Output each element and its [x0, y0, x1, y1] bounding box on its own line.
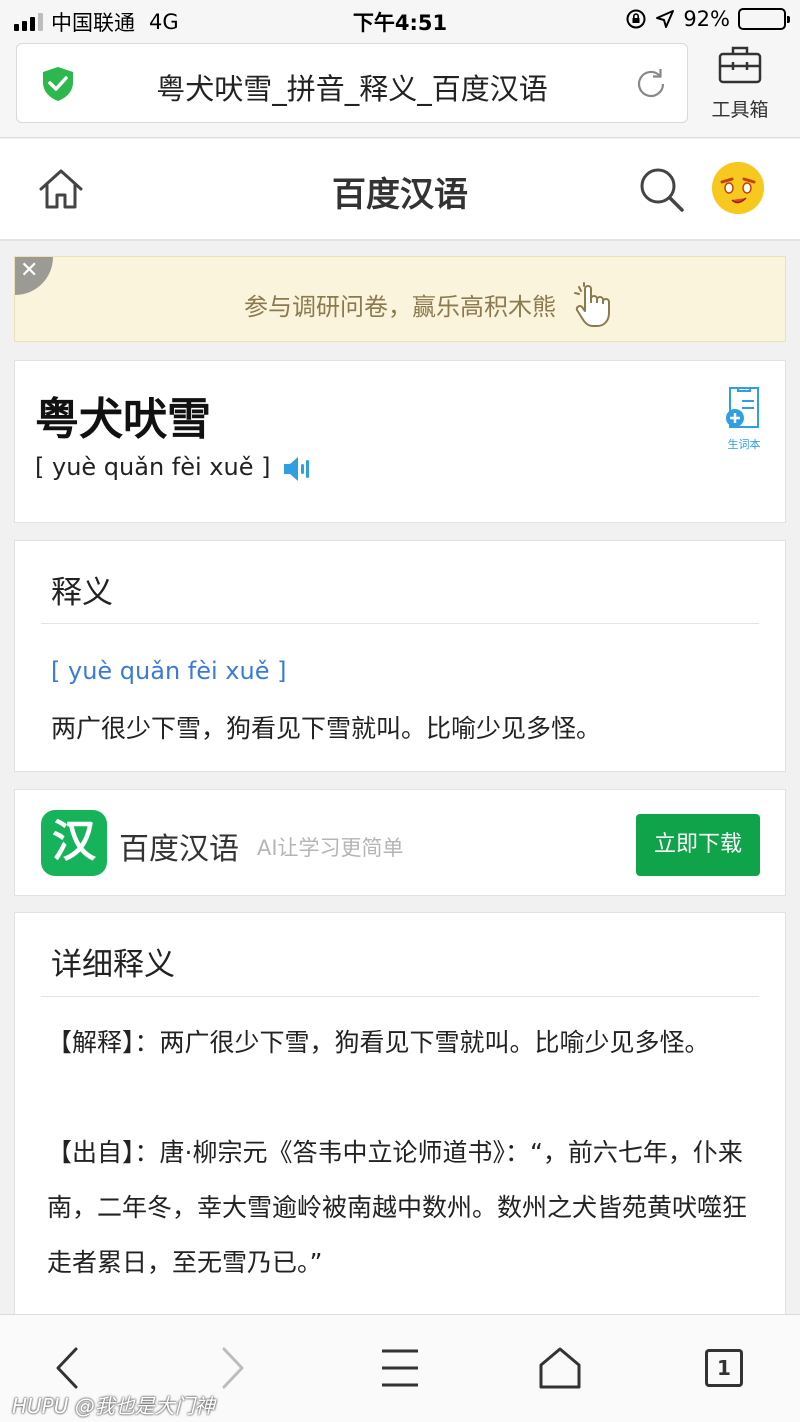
app-logo: 汉 [41, 810, 107, 876]
tab-count: 1 [705, 1349, 743, 1387]
detail-heading: 详细释义 [51, 947, 175, 983]
site-header: 百度汉语 [0, 139, 800, 241]
status-bar: 中国联通 4G 下午4:51 92% [0, 0, 800, 40]
address-bar[interactable]: 粤犬吠雪_拼音_释义_百度汉语 [16, 43, 688, 123]
location-icon [656, 10, 675, 28]
toolbox-icon [718, 46, 762, 84]
survey-banner[interactable]: ✕ 参与调研问卷，赢乐高积木熊 [14, 256, 786, 342]
home-page-icon[interactable] [538, 1345, 582, 1395]
search-icon[interactable] [637, 165, 685, 217]
definition-heading: 释义 [51, 575, 113, 611]
toolbox-button[interactable]: 工具箱 [700, 44, 780, 122]
detail-card: 详细释义 【解释】：两广很少下雪，狗看见下雪就叫。比喻少见多怪。 【出自】：唐·… [14, 912, 786, 1332]
detail-explanation: 【解释】：两广很少下雪，狗看见下雪就叫。比喻少见多怪。 [47, 1028, 710, 1057]
forward-icon[interactable] [218, 1345, 248, 1395]
watermark: HUPU @我也是大门神 [12, 1394, 215, 1418]
app-name: 百度汉语 [119, 832, 239, 867]
battery-icon [738, 8, 790, 30]
toolbox-label: 工具箱 [711, 99, 769, 121]
divider [41, 996, 759, 997]
survey-text: 参与调研问卷，赢乐高积木熊 [244, 293, 556, 321]
word-card: 粤犬吠雪 [ yuè quǎn fèi xuě ] 生词本 [14, 360, 786, 523]
page-title: 粤犬吠雪_拼音_释义_百度汉语 [156, 72, 548, 106]
avatar[interactable] [712, 162, 764, 214]
speaker-icon[interactable] [281, 454, 315, 488]
word-pinyin: [ yuè quǎn fèi xuě ] [35, 453, 271, 481]
definition-card: 释义 [ yuè quǎn fèi xuě ] 两广很少下雪，狗看见下雪就叫。比… [14, 540, 786, 772]
word-title: 粤犬吠雪 [35, 394, 211, 445]
app-promo-card: 汉 百度汉语 AI让学习更简单 立即下载 [14, 789, 786, 896]
back-icon[interactable] [52, 1345, 82, 1395]
reload-icon[interactable] [633, 66, 669, 106]
add-vocab-icon [726, 387, 759, 428]
battery-percent: 92% [683, 7, 730, 31]
pointing-hand-icon [571, 281, 619, 333]
definition-text: 两广很少下雪，狗看见下雪就叫。比喻少见多怪。 [51, 714, 602, 743]
vocab-book-button[interactable]: 生词本 [721, 385, 767, 452]
security-shield-icon [41, 66, 75, 106]
vocab-label: 生词本 [727, 438, 761, 451]
detail-source: 【出自】：唐·柳宗元《答韦中立论师道书》：“，前六七年，仆来南，二年冬，幸大雪逾… [47, 1138, 748, 1277]
menu-icon[interactable] [380, 1345, 420, 1395]
tabs-button[interactable]: 1 [705, 1349, 743, 1387]
app-slogan: AI让学习更简单 [257, 836, 404, 860]
definition-pinyin: [ yuè quǎn fèi xuě ] [51, 657, 287, 685]
rotation-lock-icon [626, 9, 646, 29]
browser-toolbar: 粤犬吠雪_拼音_释义_百度汉语 工具箱 [0, 40, 800, 138]
download-button[interactable]: 立即下载 [636, 814, 760, 876]
divider [41, 623, 759, 624]
